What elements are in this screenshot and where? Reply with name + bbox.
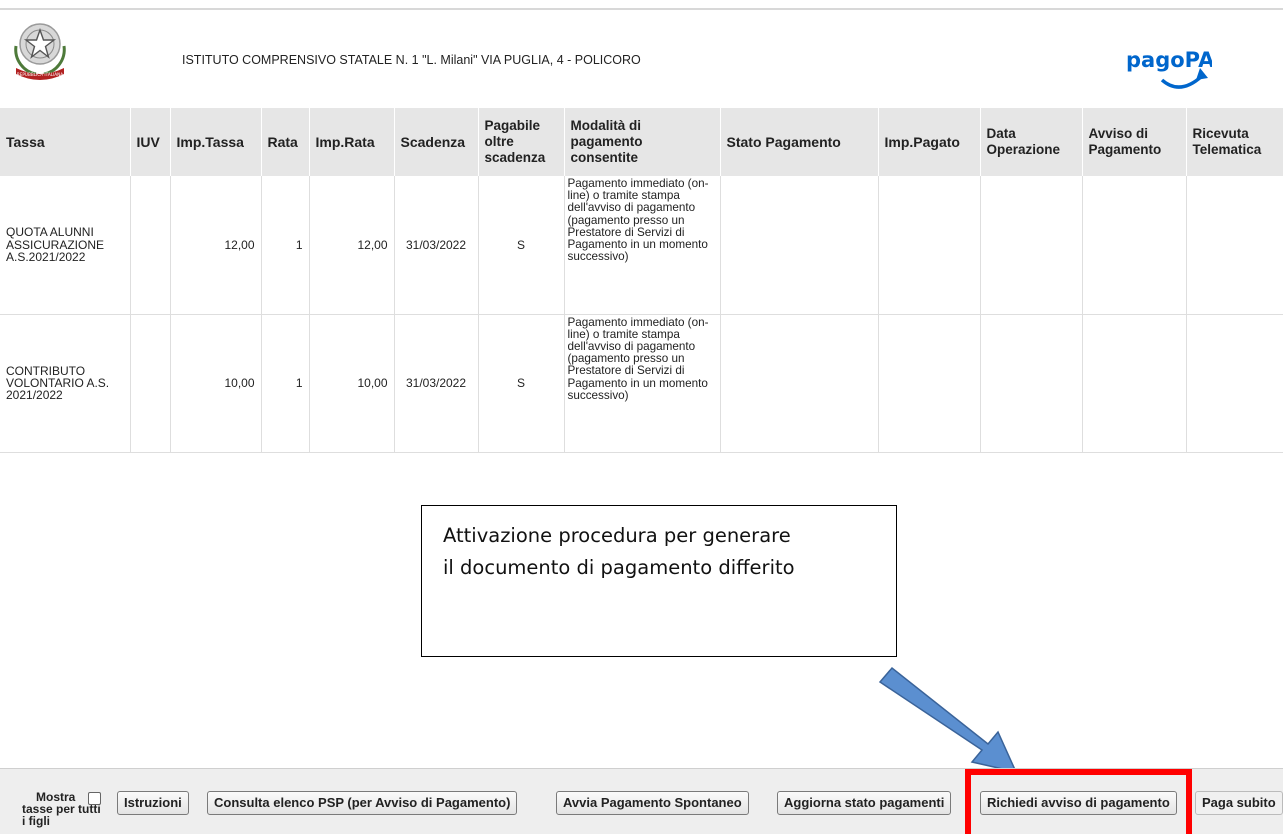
cell-data-operazione [980, 314, 1083, 453]
avvia-pagamento-spontaneo-button[interactable]: Avvia Pagamento Spontaneo [556, 791, 749, 815]
col-rata: Rata [261, 108, 310, 176]
cell-imp-pagato [878, 314, 981, 453]
pointer-arrow-icon [878, 666, 1018, 774]
cell-imp-tassa: 12,00 [170, 176, 262, 315]
annotation-line-2: il documento di pagamento differito [443, 556, 795, 579]
page-header: REPUBBLICA ITALIANA ISTITUTO COMPRENSIVO… [0, 10, 1283, 108]
cell-iuv [130, 176, 171, 315]
col-data-operazione: Data Operazione [980, 108, 1083, 176]
richiedi-avviso-pagamento-button[interactable]: Richiedi avviso di pagamento [980, 791, 1177, 815]
aggiorna-stato-pagamenti-button[interactable]: Aggiorna stato pagamenti [777, 791, 952, 815]
cell-imp-tassa: 10,00 [170, 314, 262, 453]
pagopa-logo-text: pagoPA [1126, 48, 1212, 72]
col-avviso-pagamento: Avviso di Pagamento [1082, 108, 1187, 176]
col-ricevuta-telematica: Ricevuta Telematica [1186, 108, 1283, 176]
cell-modalita: Pagamento immediato (on-line) o tramite … [564, 314, 721, 453]
republic-emblem-icon: REPUBBLICA ITALIANA [14, 23, 66, 80]
annotation-line-1: Attivazione procedura per generare [443, 524, 791, 547]
col-imp-tassa: Imp.Tassa [170, 108, 262, 176]
cell-scadenza: 31/03/2022 [394, 176, 479, 315]
cell-rata: 1 [261, 176, 310, 315]
col-imp-pagato: Imp.Pagato [878, 108, 981, 176]
tax-table: Tassa IUV Imp.Tassa Rata Imp.Rata Scaden… [0, 108, 1283, 453]
table-row: QUOTA ALUNNI ASSICURAZIONE A.S.2021/2022… [0, 176, 1283, 315]
cell-avviso [1082, 176, 1187, 315]
col-tassa: Tassa [0, 108, 131, 176]
cell-iuv [130, 314, 171, 453]
cell-imp-rata: 10,00 [309, 314, 395, 453]
col-pagabile-oltre-scadenza: Pagabile oltre scadenza [478, 108, 565, 176]
cell-data-operazione [980, 176, 1083, 315]
show-all-checkbox[interactable] [88, 792, 101, 805]
col-iuv: IUV [130, 108, 171, 176]
cell-imp-pagato [878, 176, 981, 315]
cell-ricevuta [1186, 176, 1283, 315]
table-header-row: Tassa IUV Imp.Tassa Rata Imp.Rata Scaden… [0, 108, 1283, 176]
cell-rata: 1 [261, 314, 310, 453]
annotation-callout: Attivazione procedura per generare il do… [421, 505, 897, 657]
consulta-psp-button[interactable]: Consulta elenco PSP (per Avviso di Pagam… [207, 791, 518, 815]
cell-imp-rata: 12,00 [309, 176, 395, 315]
school-name: ISTITUTO COMPRENSIVO STATALE N. 1 "L. Mi… [182, 53, 641, 67]
col-stato-pagamento: Stato Pagamento [720, 108, 879, 176]
istruzioni-button[interactable]: Istruzioni [117, 791, 189, 815]
emblem-text: REPUBBLICA ITALIANA [17, 72, 63, 77]
cell-pagabile: S [478, 176, 565, 315]
show-all-children-toggle[interactable]: Mostra tasse per tutti i figli [22, 791, 106, 827]
col-scadenza: Scadenza [394, 108, 479, 176]
cell-pagabile: S [478, 314, 565, 453]
cell-stato [720, 176, 879, 315]
cell-ricevuta [1186, 314, 1283, 453]
cell-modalita: Pagamento immediato (on-line) o tramite … [564, 176, 721, 315]
cell-stato [720, 314, 879, 453]
cell-tassa: QUOTA ALUNNI ASSICURAZIONE A.S.2021/2022 [0, 176, 131, 315]
cell-scadenza: 31/03/2022 [394, 314, 479, 453]
pagopa-logo-icon: pagoPA [1126, 48, 1212, 89]
col-imp-rata: Imp.Rata [309, 108, 395, 176]
table-row: CONTRIBUTO VOLONTARIO A.S. 2021/2022 10,… [0, 314, 1283, 453]
action-toolbar: Mostra tasse per tutti i figli Istruzion… [0, 768, 1283, 834]
col-modalita-pagamento: Modalità di pagamento consentite [564, 108, 721, 176]
paga-subito-button[interactable]: Paga subito [1195, 791, 1283, 815]
cell-avviso [1082, 314, 1187, 453]
show-all-label-rest: tasse per tutti i figli [22, 802, 101, 828]
cell-tassa: CONTRIBUTO VOLONTARIO A.S. 2021/2022 [0, 314, 131, 453]
